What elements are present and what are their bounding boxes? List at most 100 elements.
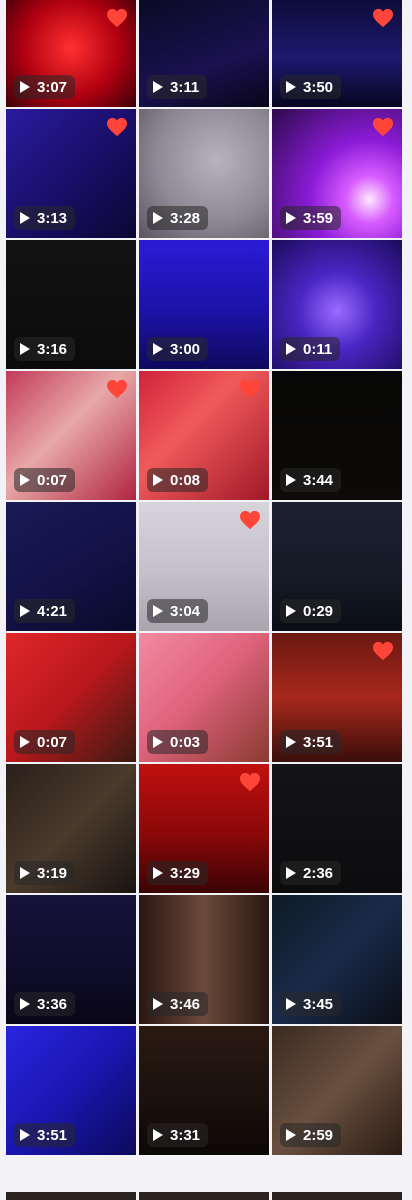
video-duration: 0:11 bbox=[303, 340, 333, 358]
video-duration-badge: 3:00 bbox=[147, 337, 209, 361]
video-duration: 3:04 bbox=[170, 602, 201, 620]
video-duration: 3:51 bbox=[37, 1126, 68, 1144]
video-duration: 3:46 bbox=[170, 995, 201, 1013]
video-duration-badge: 3:51 bbox=[14, 1123, 76, 1147]
video-thumbnail[interactable]: 3:51 bbox=[6, 1026, 136, 1155]
video-duration: 3:31 bbox=[170, 1126, 201, 1144]
play-icon bbox=[286, 474, 296, 486]
favorite-heart-icon bbox=[240, 510, 260, 530]
video-thumbnail[interactable]: 3:19 bbox=[6, 764, 136, 893]
video-thumbnail[interactable]: 3:04 bbox=[139, 502, 269, 631]
favorite-heart-icon bbox=[107, 8, 127, 28]
video-thumbnail[interactable]: 2:59 bbox=[272, 1026, 402, 1155]
video-duration-badge: 3:36 bbox=[14, 992, 76, 1016]
video-thumbnail[interactable]: 3:16 bbox=[6, 240, 136, 369]
video-duration-badge: 3:16 bbox=[14, 337, 76, 361]
video-duration: 3:45 bbox=[303, 995, 334, 1013]
video-thumbnail-partial[interactable] bbox=[272, 1192, 402, 1200]
video-duration-badge: 3:45 bbox=[280, 992, 342, 1016]
video-duration: 3:28 bbox=[170, 209, 201, 227]
video-thumbnail-partial[interactable] bbox=[139, 1192, 269, 1200]
video-duration-badge: 3:11 bbox=[147, 75, 208, 99]
play-icon bbox=[153, 605, 163, 617]
video-thumbnail[interactable]: 3:11 bbox=[139, 0, 269, 107]
play-icon bbox=[153, 998, 163, 1010]
play-icon bbox=[286, 998, 296, 1010]
play-icon bbox=[20, 998, 30, 1010]
video-duration: 3:59 bbox=[303, 209, 334, 227]
video-duration-badge: 3:59 bbox=[280, 206, 342, 230]
video-thumbnail-partial[interactable] bbox=[6, 1192, 136, 1200]
video-duration: 3:00 bbox=[170, 340, 201, 358]
video-thumbnail[interactable]: 3:07 bbox=[6, 0, 136, 107]
video-duration: 3:29 bbox=[170, 864, 201, 882]
play-icon bbox=[20, 212, 30, 224]
favorite-heart-icon bbox=[373, 117, 393, 137]
video-duration: 4:21 bbox=[37, 602, 68, 620]
video-duration-badge: 0:08 bbox=[147, 468, 209, 492]
play-icon bbox=[286, 867, 296, 879]
video-duration: 0:03 bbox=[170, 733, 201, 751]
play-icon bbox=[20, 81, 30, 93]
video-duration-badge: 3:31 bbox=[147, 1123, 209, 1147]
video-thumbnail[interactable]: 3:13 bbox=[6, 109, 136, 238]
favorite-heart-icon bbox=[373, 8, 393, 28]
play-icon bbox=[20, 736, 30, 748]
video-duration: 2:59 bbox=[303, 1126, 334, 1144]
video-thumbnail[interactable]: 0:11 bbox=[272, 240, 402, 369]
video-thumbnail[interactable]: 0:07 bbox=[6, 371, 136, 500]
video-duration-badge: 3:29 bbox=[147, 861, 209, 885]
video-thumbnail[interactable]: 3:59 bbox=[272, 109, 402, 238]
video-thumbnail[interactable]: 3:28 bbox=[139, 109, 269, 238]
video-thumbnail[interactable]: 3:45 bbox=[272, 895, 402, 1024]
favorite-heart-icon bbox=[107, 379, 127, 399]
video-thumbnail[interactable]: 3:44 bbox=[272, 371, 402, 500]
play-icon bbox=[153, 867, 163, 879]
video-thumbnail[interactable]: 3:29 bbox=[139, 764, 269, 893]
video-duration: 0:29 bbox=[303, 602, 334, 620]
video-duration-badge: 3:51 bbox=[280, 730, 342, 754]
video-thumbnail[interactable]: 0:08 bbox=[139, 371, 269, 500]
video-duration-badge: 2:36 bbox=[280, 861, 342, 885]
video-thumbnail[interactable]: 3:00 bbox=[139, 240, 269, 369]
video-thumbnail[interactable]: 3:51 bbox=[272, 633, 402, 762]
video-thumbnail[interactable]: 3:31 bbox=[139, 1026, 269, 1155]
play-icon bbox=[286, 212, 296, 224]
favorite-heart-icon bbox=[107, 117, 127, 137]
video-duration: 3:51 bbox=[303, 733, 334, 751]
video-duration-badge: 0:03 bbox=[147, 730, 209, 754]
video-thumbnail[interactable]: 3:50 bbox=[272, 0, 402, 107]
video-duration: 3:16 bbox=[37, 340, 68, 358]
video-thumbnail[interactable]: 0:07 bbox=[6, 633, 136, 762]
play-icon bbox=[20, 1129, 30, 1141]
video-duration-badge: 4:21 bbox=[14, 599, 76, 623]
video-duration-badge: 3:50 bbox=[280, 75, 342, 99]
video-duration-badge: 0:07 bbox=[14, 468, 76, 492]
video-thumbnail[interactable]: 4:21 bbox=[6, 502, 136, 631]
video-duration-badge: 3:07 bbox=[14, 75, 76, 99]
video-thumbnail[interactable]: 3:36 bbox=[6, 895, 136, 1024]
video-thumbnail[interactable]: 2:36 bbox=[272, 764, 402, 893]
video-duration-badge: 0:11 bbox=[280, 337, 341, 361]
video-duration-badge: 3:44 bbox=[280, 468, 342, 492]
video-thumbnail[interactable]: 0:03 bbox=[139, 633, 269, 762]
video-duration: 3:50 bbox=[303, 78, 334, 96]
video-duration: 3:44 bbox=[303, 471, 334, 489]
video-duration: 0:07 bbox=[37, 471, 68, 489]
video-duration: 3:19 bbox=[37, 864, 68, 882]
play-icon bbox=[286, 1129, 296, 1141]
play-icon bbox=[153, 736, 163, 748]
video-duration-badge: 3:04 bbox=[147, 599, 209, 623]
play-icon bbox=[153, 1129, 163, 1141]
video-duration-badge: 3:46 bbox=[147, 992, 209, 1016]
video-thumbnail[interactable]: 3:46 bbox=[139, 895, 269, 1024]
video-duration: 3:36 bbox=[37, 995, 68, 1013]
video-duration-badge: 0:29 bbox=[280, 599, 342, 623]
video-duration-badge: 2:59 bbox=[280, 1123, 342, 1147]
video-duration: 0:08 bbox=[170, 471, 201, 489]
favorite-heart-icon bbox=[240, 772, 260, 792]
favorite-heart-icon bbox=[373, 641, 393, 661]
favorite-heart-icon bbox=[240, 379, 260, 399]
video-thumbnail[interactable]: 0:29 bbox=[272, 502, 402, 631]
video-duration-badge: 3:19 bbox=[14, 861, 76, 885]
